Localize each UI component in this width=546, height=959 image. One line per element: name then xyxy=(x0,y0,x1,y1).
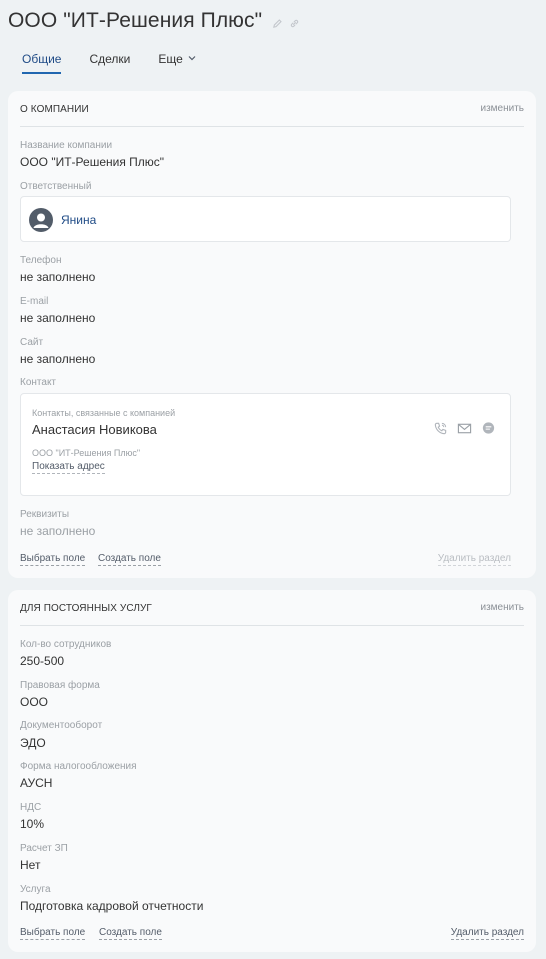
pencil-icon[interactable] xyxy=(272,18,283,29)
responsible-label: Ответственный xyxy=(20,181,92,192)
contact-card: Контакты, связанные с компанией Анастаси… xyxy=(20,393,511,496)
create-field-link[interactable]: Создать поле xyxy=(98,553,161,566)
chat-icon[interactable] xyxy=(481,421,496,436)
field-value: ЭДО xyxy=(20,736,46,750)
page-header: ООО "ИТ-Решения Плюс" xyxy=(8,6,300,36)
field-label: Форма налогообложения xyxy=(20,761,137,772)
responsible-card: Янина xyxy=(20,196,511,242)
requisites-label: Реквизиты xyxy=(20,509,70,520)
field-value: 250-500 xyxy=(20,654,65,668)
requisites-value: не заполнено xyxy=(20,524,96,538)
contact-label: Контакт xyxy=(20,377,57,388)
delete-section-link[interactable]: Удалить раздел xyxy=(450,927,524,940)
section-title: ДЛЯ ПОСТОЯННЫХ УСЛУГ xyxy=(20,603,152,614)
select-field-link[interactable]: Выбрать поле xyxy=(20,553,86,566)
field-label: Расчет ЗП xyxy=(20,843,68,854)
edit-section-link[interactable]: изменить xyxy=(480,602,524,613)
contact-caption: Контакты, связанные с компанией xyxy=(32,408,176,418)
section-title: О КОМПАНИИ xyxy=(20,104,89,115)
contact-company: ООО "ИТ-Решения Плюс" xyxy=(32,448,141,458)
phone-label: Телефон xyxy=(20,255,62,266)
field-value: АУСН xyxy=(20,776,53,790)
field-label: Кол-во сотрудников xyxy=(20,639,112,650)
field-value: ООО xyxy=(20,695,49,709)
field-label: Правовая форма xyxy=(20,680,100,691)
create-field-link[interactable]: Создать поле xyxy=(99,927,162,940)
company-name-value: ООО "ИТ-Решения Плюс" xyxy=(20,155,165,169)
services-section: ДЛЯ ПОСТОЯННЫХ УСЛУГ изменить Кол-во сот… xyxy=(8,590,536,952)
email-label: E-mail xyxy=(20,296,49,307)
chevron-down-icon xyxy=(188,56,196,61)
tab-general[interactable]: Общие xyxy=(8,48,75,74)
show-address-link[interactable]: Показать адрес xyxy=(32,461,105,474)
page-title: ООО "ИТ-Решения Плюс" xyxy=(8,9,263,32)
phone-value: не заполнено xyxy=(20,270,96,284)
company-name-label: Название компании xyxy=(20,140,113,151)
select-field-link[interactable]: Выбрать поле xyxy=(20,927,86,940)
email-value: не заполнено xyxy=(20,311,96,325)
mail-icon[interactable] xyxy=(457,421,472,436)
link-icon[interactable] xyxy=(289,18,300,29)
delete-section-link[interactable]: Удалить раздел xyxy=(437,553,511,566)
site-label: Сайт xyxy=(20,337,44,348)
site-value: не заполнено xyxy=(20,352,96,366)
field-label: НДС xyxy=(20,802,42,813)
avatar xyxy=(29,208,53,232)
field-label: Документооборот xyxy=(20,720,103,731)
field-value: Нет xyxy=(20,858,41,872)
field-value: 10% xyxy=(20,817,45,831)
about-company-section: О КОМПАНИИ изменить Название компании ОО… xyxy=(8,91,536,578)
tab-deals[interactable]: Сделки xyxy=(75,48,144,74)
field-label: Услуга xyxy=(20,884,51,895)
contact-name[interactable]: Анастасия Новикова xyxy=(32,422,157,437)
tab-bar: Общие Сделки Еще xyxy=(8,48,210,74)
field-value: Подготовка кадровой отчетности xyxy=(20,899,204,913)
tab-more[interactable]: Еще xyxy=(144,48,209,74)
phone-icon[interactable] xyxy=(433,421,448,436)
user-icon xyxy=(33,213,49,228)
edit-section-link[interactable]: изменить xyxy=(480,103,524,114)
responsible-name-link[interactable]: Янина xyxy=(61,213,96,227)
